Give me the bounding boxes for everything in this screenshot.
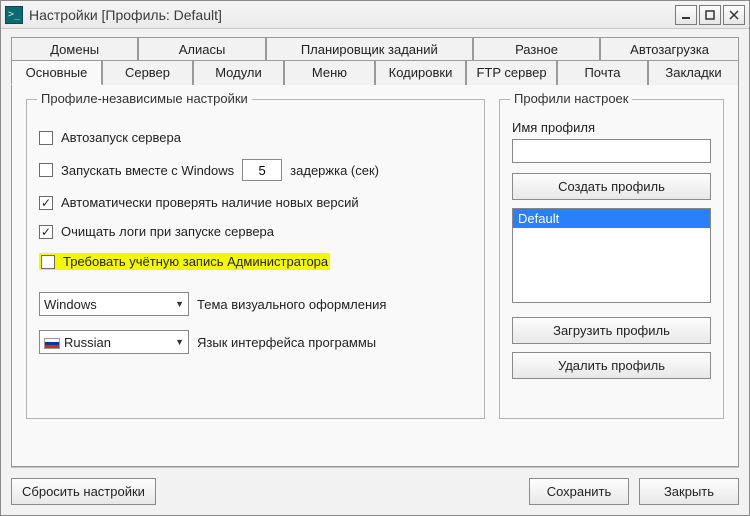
select-theme-value: Windows [44, 297, 97, 312]
tab-server[interactable]: Сервер [102, 60, 193, 85]
maximize-button[interactable] [699, 5, 721, 25]
tab-encodings[interactable]: Кодировки [375, 60, 466, 85]
titlebar: >_ Настройки [Профиль: Default] [1, 1, 749, 29]
tab-mail[interactable]: Почта [557, 60, 648, 85]
checkbox-clear-logs[interactable] [39, 225, 53, 239]
button-load-profile[interactable]: Загрузить профиль [512, 317, 711, 344]
tab-menu[interactable]: Меню [284, 60, 375, 85]
tab-misc[interactable]: Разное [473, 37, 600, 61]
tab-autoload[interactable]: Автозагрузка [600, 37, 739, 61]
select-theme[interactable]: Windows ▼ [39, 292, 189, 316]
group-independent: Профиле-независимые настройки Автозапуск… [26, 99, 485, 419]
app-icon: >_ [5, 6, 23, 24]
button-delete-profile[interactable]: Удалить профиль [512, 352, 711, 379]
tab-domains[interactable]: Домены [11, 37, 138, 61]
listbox-profiles[interactable]: Default [512, 208, 711, 303]
label-clear-logs: Очищать логи при запуске сервера [61, 224, 274, 239]
label-require-admin: Требовать учётную запись Администратора [63, 254, 328, 269]
close-button[interactable] [723, 5, 745, 25]
select-language-value: Russian [44, 335, 111, 350]
input-profile-name[interactable] [512, 139, 711, 163]
button-close-footer[interactable]: Закрыть [639, 478, 739, 505]
checkbox-check-updates[interactable] [39, 196, 53, 210]
group-profiles: Профили настроек Имя профиля Создать про… [499, 99, 724, 419]
button-reset[interactable]: Сбросить настройки [11, 478, 156, 505]
label-check-updates: Автоматически проверять наличие новых ве… [61, 195, 359, 210]
label-profile-name: Имя профиля [512, 120, 711, 135]
checkbox-require-admin[interactable] [41, 255, 55, 269]
label-theme: Тема визуального оформления [197, 297, 386, 312]
minimize-button[interactable] [675, 5, 697, 25]
label-delay: задержка (сек) [290, 163, 379, 178]
chevron-down-icon: ▼ [175, 299, 184, 309]
label-start-with-windows: Запускать вместе с Windows [61, 163, 234, 178]
tab-scheduler[interactable]: Планировщик заданий [266, 37, 473, 61]
select-language[interactable]: Russian ▼ [39, 330, 189, 354]
checkbox-start-with-windows[interactable] [39, 163, 53, 177]
group-independent-legend: Профиле-независимые настройки [37, 91, 252, 106]
window-title: Настройки [Профиль: Default] [29, 7, 675, 23]
settings-window: >_ Настройки [Профиль: Default] Домены А… [0, 0, 750, 516]
list-item[interactable]: Default [513, 209, 710, 228]
tab-bookmarks[interactable]: Закладки [648, 60, 739, 85]
checkbox-autostart[interactable] [39, 131, 53, 145]
button-save[interactable]: Сохранить [529, 478, 629, 505]
tab-ftp[interactable]: FTP сервер [466, 60, 557, 85]
footer: Сбросить настройки Сохранить Закрыть [11, 467, 739, 505]
tabs: Домены Алиасы Планировщик заданий Разное… [11, 37, 739, 85]
tab-modules[interactable]: Модули [193, 60, 284, 85]
chevron-down-icon: ▼ [175, 337, 184, 347]
tab-panel: Профиле-независимые настройки Автозапуск… [11, 84, 739, 467]
label-language: Язык интерфейса программы [197, 335, 376, 350]
tab-aliases[interactable]: Алиасы [138, 37, 265, 61]
tab-main[interactable]: Основные [11, 60, 102, 85]
group-profiles-legend: Профили настроек [510, 91, 632, 106]
flag-ru-icon [44, 338, 60, 349]
input-delay[interactable] [242, 159, 282, 181]
button-create-profile[interactable]: Создать профиль [512, 173, 711, 200]
label-autostart: Автозапуск сервера [61, 130, 181, 145]
